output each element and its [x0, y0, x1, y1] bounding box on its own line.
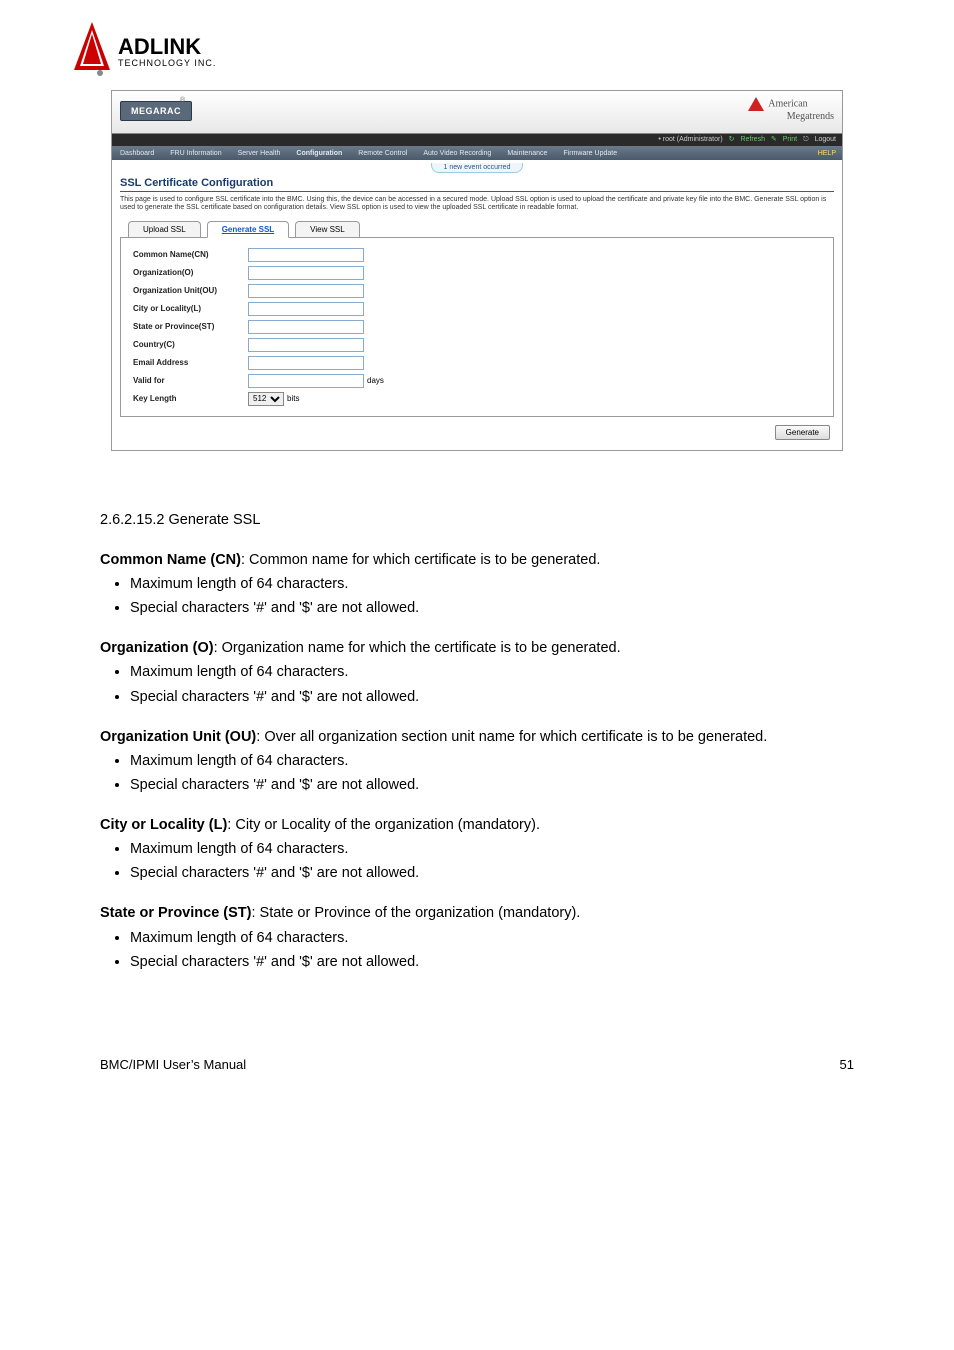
- ami-logo: American Megatrends: [748, 97, 834, 122]
- cn-bullet-1: Maximum length of 64 characters.: [130, 575, 854, 593]
- tab-pane-generate: Common Name(CN) Organization(O) Organiza…: [120, 237, 834, 417]
- nav-serverhealth[interactable]: Server Health: [230, 150, 289, 157]
- nav-fru[interactable]: FRU Information: [162, 150, 229, 157]
- registered-icon: ®: [180, 97, 185, 104]
- label-c: Country(C): [133, 340, 248, 349]
- ou-bullet-2: Special characters '#' and '$' are not a…: [130, 776, 854, 794]
- document-body: 2.6.2.15.2 Generate SSL Common Name (CN)…: [0, 471, 954, 1037]
- label-keylen: Key Length: [133, 394, 248, 403]
- logout-link[interactable]: ⎋ Logout: [803, 136, 836, 143]
- st-bullet-1: Maximum length of 64 characters.: [130, 929, 854, 947]
- ami-line2: Megatrends: [787, 111, 834, 122]
- footer-left: BMC/IPMI User’s Manual: [100, 1057, 246, 1072]
- event-notification[interactable]: 1 new event occurred: [112, 162, 842, 173]
- l-heading: City or Locality (L): City or Locality o…: [100, 816, 854, 834]
- input-ou[interactable]: [248, 284, 364, 298]
- page-footer: BMC/IPMI User’s Manual 51: [0, 1037, 954, 1102]
- o-bullet-2: Special characters '#' and '$' are not a…: [130, 688, 854, 706]
- tab-generate-ssl[interactable]: Generate SSL: [207, 221, 289, 238]
- input-email[interactable]: [248, 356, 364, 370]
- utility-bar: • root (Administrator) ↻ Refresh ✎ Print…: [112, 134, 842, 146]
- input-l[interactable]: [248, 302, 364, 316]
- label-ou: Organization Unit(OU): [133, 286, 248, 295]
- cn-bullet-2: Special characters '#' and '$' are not a…: [130, 599, 854, 617]
- refresh-link[interactable]: ↻ Refresh: [729, 136, 765, 143]
- page-description: This page is used to configure SSL certi…: [120, 196, 834, 213]
- ou-bullet-1: Maximum length of 64 characters.: [130, 752, 854, 770]
- app-screenshot: MEGARAC ® American Megatrends • root (Ad…: [111, 90, 843, 451]
- label-valid: Valid for: [133, 376, 248, 385]
- ami-line1: American: [768, 98, 807, 109]
- print-link[interactable]: ✎ Print: [771, 136, 797, 143]
- label-cn: Common Name(CN): [133, 250, 248, 259]
- brand-text: ADLINK: [118, 34, 201, 59]
- label-l: City or Locality(L): [133, 304, 248, 313]
- input-valid[interactable]: [248, 374, 364, 388]
- l-bullet-2: Special characters '#' and '$' are not a…: [130, 864, 854, 882]
- nav-help[interactable]: HELP: [818, 150, 842, 157]
- o-bullet-1: Maximum length of 64 characters.: [130, 663, 854, 681]
- nav-maintenance[interactable]: Maintenance: [499, 150, 555, 157]
- nav-dashboard[interactable]: Dashboard: [112, 150, 162, 157]
- label-st: State or Province(ST): [133, 322, 248, 331]
- input-cn[interactable]: [248, 248, 364, 262]
- user-label: • root (Administrator): [658, 136, 722, 143]
- select-keylen[interactable]: 512: [248, 392, 284, 406]
- page-title: SSL Certificate Configuration: [120, 177, 834, 192]
- nav-autovideo[interactable]: Auto Video Recording: [415, 150, 499, 157]
- nav-firmware[interactable]: Firmware Update: [555, 150, 625, 157]
- brand-sub: TECHNOLOGY INC.: [118, 58, 216, 68]
- label-o: Organization(O): [133, 268, 248, 277]
- tab-row: Upload SSL Generate SSL View SSL: [120, 221, 834, 238]
- figure-caption: 2.6.2.15.2 Generate SSL: [100, 511, 854, 529]
- app-header: MEGARAC ® American Megatrends: [112, 91, 842, 134]
- tab-view-ssl[interactable]: View SSL: [295, 221, 360, 238]
- cn-heading: Common Name (CN): Common name for which …: [100, 551, 854, 569]
- nav-remotecontrol[interactable]: Remote Control: [350, 150, 415, 157]
- st-bullet-2: Special characters '#' and '$' are not a…: [130, 953, 854, 971]
- input-o[interactable]: [248, 266, 364, 280]
- suffix-bits: bits: [287, 394, 299, 403]
- o-heading: Organization (O): Organization name for …: [100, 639, 854, 657]
- input-st[interactable]: [248, 320, 364, 334]
- generate-button[interactable]: Generate: [775, 425, 830, 440]
- label-email: Email Address: [133, 358, 248, 367]
- nav-bar: Dashboard FRU Information Server Health …: [112, 146, 842, 160]
- l-bullet-1: Maximum length of 64 characters.: [130, 840, 854, 858]
- brand-logo: ADLINK TECHNOLOGY INC.: [0, 0, 954, 90]
- input-c[interactable]: [248, 338, 364, 352]
- st-heading: State or Province (ST): State or Provinc…: [100, 904, 854, 922]
- product-badge: MEGARAC: [120, 101, 192, 121]
- tab-upload-ssl[interactable]: Upload SSL: [128, 221, 201, 238]
- footer-right: 51: [840, 1057, 854, 1072]
- suffix-days: days: [367, 376, 384, 385]
- nav-configuration[interactable]: Configuration: [288, 150, 350, 157]
- ou-heading: Organization Unit (OU): Over all organiz…: [100, 728, 854, 746]
